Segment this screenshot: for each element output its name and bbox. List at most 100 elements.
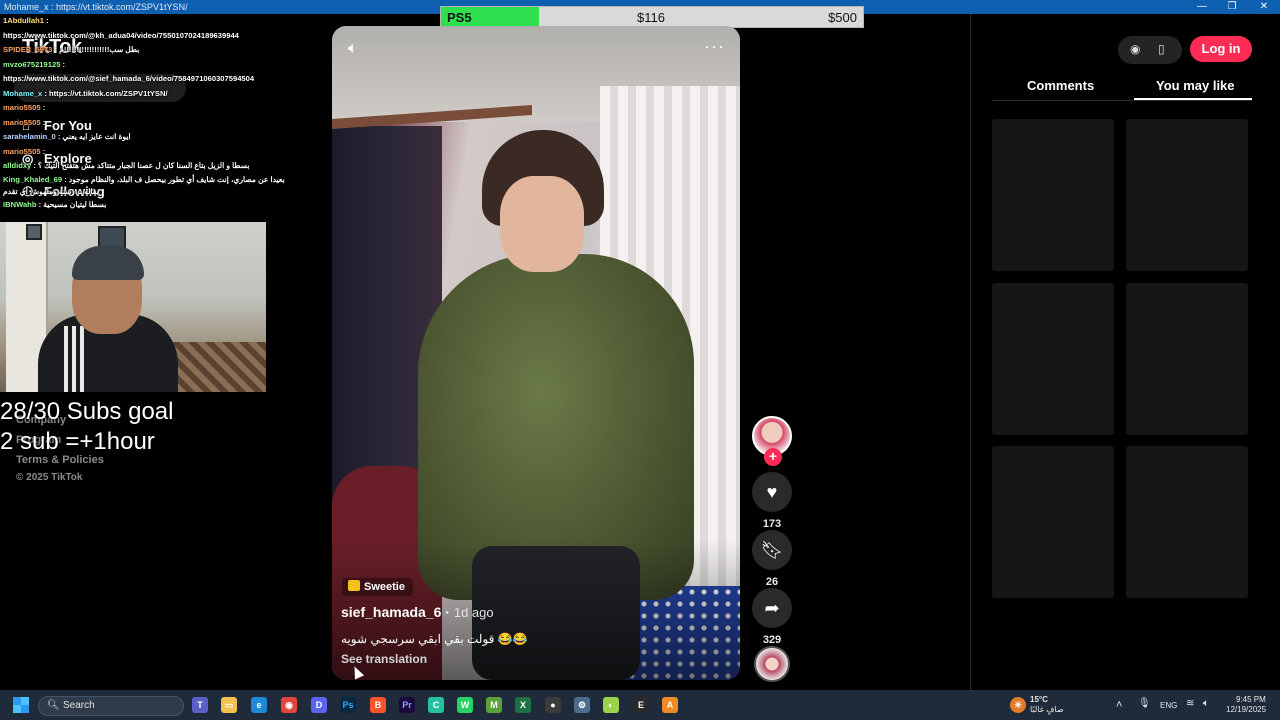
heart-icon[interactable]: ♥ [752, 472, 792, 512]
tag-icon [348, 580, 360, 591]
obs-icon[interactable]: ● [545, 697, 561, 713]
chat-message: mvzo675219125 : [0, 58, 300, 73]
video-caption: قولت بقي ابقي سرسجي شويه 😂😂 [341, 632, 528, 646]
chat-message: mario5505 : [0, 116, 300, 131]
recommended-video-thumbnail[interactable] [992, 119, 1114, 271]
like-count: 173 [762, 518, 782, 530]
chat-text: : [46, 16, 49, 25]
minimize-button[interactable]: — [1186, 0, 1218, 14]
donation-goal-bar: PS5 $116 $500 [440, 6, 864, 28]
whatsapp-icon[interactable]: W [457, 697, 473, 713]
clock-date[interactable]: 12/19/2025 [1226, 705, 1266, 714]
like-action[interactable]: ♥ 173 [752, 472, 792, 530]
discord-icon[interactable]: D [311, 697, 327, 713]
wifi-icon[interactable]: ≋ [1186, 698, 1194, 709]
premiere-icon[interactable]: Pr [399, 697, 415, 713]
see-translation-link[interactable]: See translation [341, 652, 427, 666]
language-indicator[interactable]: ENG [1160, 701, 1177, 710]
chat-text: https://www.tiktok.com/@sief_hamada_6/vi… [3, 74, 255, 83]
chat-app-icon[interactable]: ◐ [603, 697, 619, 713]
action-column: + ♥ 173 🔖︎ 26 ➦ 329 [752, 416, 794, 646]
taskbar-search-input[interactable]: 🔍︎ Search [38, 696, 184, 716]
chat-username: King_Khaled_69 [3, 174, 63, 184]
chat-text: : [42, 146, 46, 156]
clock-time[interactable]: 9:45 PM [1236, 695, 1266, 704]
chat-message: mario5505 : [0, 101, 300, 116]
windows-start-icon[interactable] [13, 697, 29, 713]
folder-icon[interactable]: ▭ [221, 697, 237, 713]
active-tab-indicator [1134, 98, 1252, 100]
save-action[interactable]: 🔖︎ 26 [752, 530, 792, 588]
windows-taskbar: T ▭ e ◉ D Ps B Pr C W M X ● ⚙ ◐ E A ☀ 15… [0, 690, 1280, 720]
volume-icon[interactable]: 🔈︎ [348, 40, 358, 58]
chat-text: https://www.tiktok.com/@kh_adua04/video/… [3, 30, 239, 40]
chat-text: : ايوة انت عايز ايه يعني [57, 132, 131, 141]
chat-text: : بسطا ليتيان مسيحية [38, 199, 107, 209]
weather-desc: صافٍ غالبًا [1030, 705, 1064, 714]
app-icon[interactable]: A [662, 697, 678, 713]
minecraft-icon[interactable]: M [486, 697, 502, 713]
subs-goal-text: 28/30 Subs goal [0, 398, 174, 425]
chat-message: sarahelamin_0 : ايوة انت عايز ايه يعني [0, 130, 300, 145]
stream-chat-overlay: 1Abdullah1 : https://www.tiktok.com/@kh_… [0, 14, 300, 212]
phone-icon[interactable]: ▯ [1158, 42, 1165, 56]
footer-copyright: © 2025 TikTok [16, 472, 83, 483]
recommended-video-thumbnail[interactable] [992, 283, 1114, 435]
recommended-video-thumbnail[interactable] [1126, 283, 1248, 435]
goal-target: $500 [828, 10, 857, 25]
bookmark-icon[interactable]: 🔖︎ [752, 530, 792, 570]
microphone-icon[interactable]: 🎙︎ [1138, 698, 1151, 709]
chat-username: alldidxy [3, 161, 32, 170]
chrome-icon[interactable]: ◉ [281, 697, 297, 713]
close-button[interactable]: ✕ [1248, 0, 1280, 14]
brave-icon[interactable]: B [370, 697, 386, 713]
follow-plus-icon[interactable]: + [764, 448, 782, 466]
webcam-feed [0, 222, 266, 392]
chat-text: : [62, 59, 66, 69]
edge-icon[interactable]: e [251, 697, 267, 713]
capcut-icon[interactable]: C [428, 697, 444, 713]
chat-message: SPIDER_5973 : بطل سب!!!!!!!!!!!!!!!!!!م [0, 43, 300, 58]
chat-text: : [42, 103, 46, 112]
music-disc-avatar[interactable] [754, 646, 790, 682]
excel-icon[interactable]: X [515, 697, 531, 713]
login-button[interactable]: Log in [1190, 36, 1252, 62]
epic-games-icon[interactable]: E [633, 697, 649, 713]
recommended-video-thumbnail[interactable] [992, 446, 1114, 598]
settings-gear-icon[interactable]: ⚙ [574, 697, 590, 713]
tab-comments[interactable]: Comments [1027, 78, 1094, 93]
chat-message: IBNWahb : بسطا ليتيان مسيحية [0, 198, 300, 213]
chat-message: mario5505 : [0, 145, 300, 160]
tray-chevron-icon[interactable]: ˄ [1116, 699, 1122, 711]
chat-message: Mohame_x : https://vt.tiktok.com/ZSPV1tY… [0, 87, 300, 102]
share-icon[interactable]: ➦ [752, 588, 792, 628]
post-age: 1d ago [453, 605, 494, 620]
coin-icon[interactable]: ◉ [1130, 42, 1140, 56]
teams-icon[interactable]: T [192, 697, 208, 713]
speaker-icon[interactable]: 🔈︎ [1203, 698, 1209, 709]
photoshop-icon[interactable]: Ps [340, 697, 356, 713]
chat-message: https://www.tiktok.com/@kh_adua04/video/… [0, 29, 300, 44]
chat-message: alldidxy : بسطا و الزيل بتاع السنا كان ل… [0, 159, 300, 174]
maximize-button[interactable]: ❐ [1216, 0, 1248, 14]
tab-you-may-like[interactable]: You may like [1156, 78, 1235, 93]
chat-text: : بطل سب!!!!!!!!!!!!!!!!!!م [54, 45, 140, 54]
recommended-video-thumbnail[interactable] [1126, 119, 1248, 271]
more-icon[interactable]: ··· [704, 36, 725, 57]
author-name[interactable]: sief_hamada_6 [341, 604, 441, 620]
chat-message: King_Khaled_69 : بعيدا عن مصاري، إنت شاي… [0, 174, 300, 198]
chat-username: mario5505 [3, 117, 41, 127]
chat-username: SPIDER_5973 [3, 45, 53, 54]
video-author[interactable]: sief_hamada_6 · 1d ago [341, 604, 494, 620]
chat-message: 1Abdullah1 : [0, 14, 300, 29]
video-tag[interactable]: Sweetie [342, 578, 413, 596]
share-action[interactable]: ➦ 329 [752, 588, 792, 646]
recommended-video-thumbnail[interactable] [1126, 446, 1248, 598]
creator-avatar[interactable]: + [752, 416, 792, 466]
search-placeholder: Search [63, 700, 95, 711]
chat-username: mario5505 [3, 103, 41, 112]
share-count: 329 [762, 634, 782, 646]
chat-message: https://www.tiktok.com/@sief_hamada_6/vi… [0, 72, 300, 87]
weather-icon[interactable]: ☀ [1010, 697, 1026, 713]
sub-hour-text: 2 sub =+1hour [0, 428, 155, 455]
